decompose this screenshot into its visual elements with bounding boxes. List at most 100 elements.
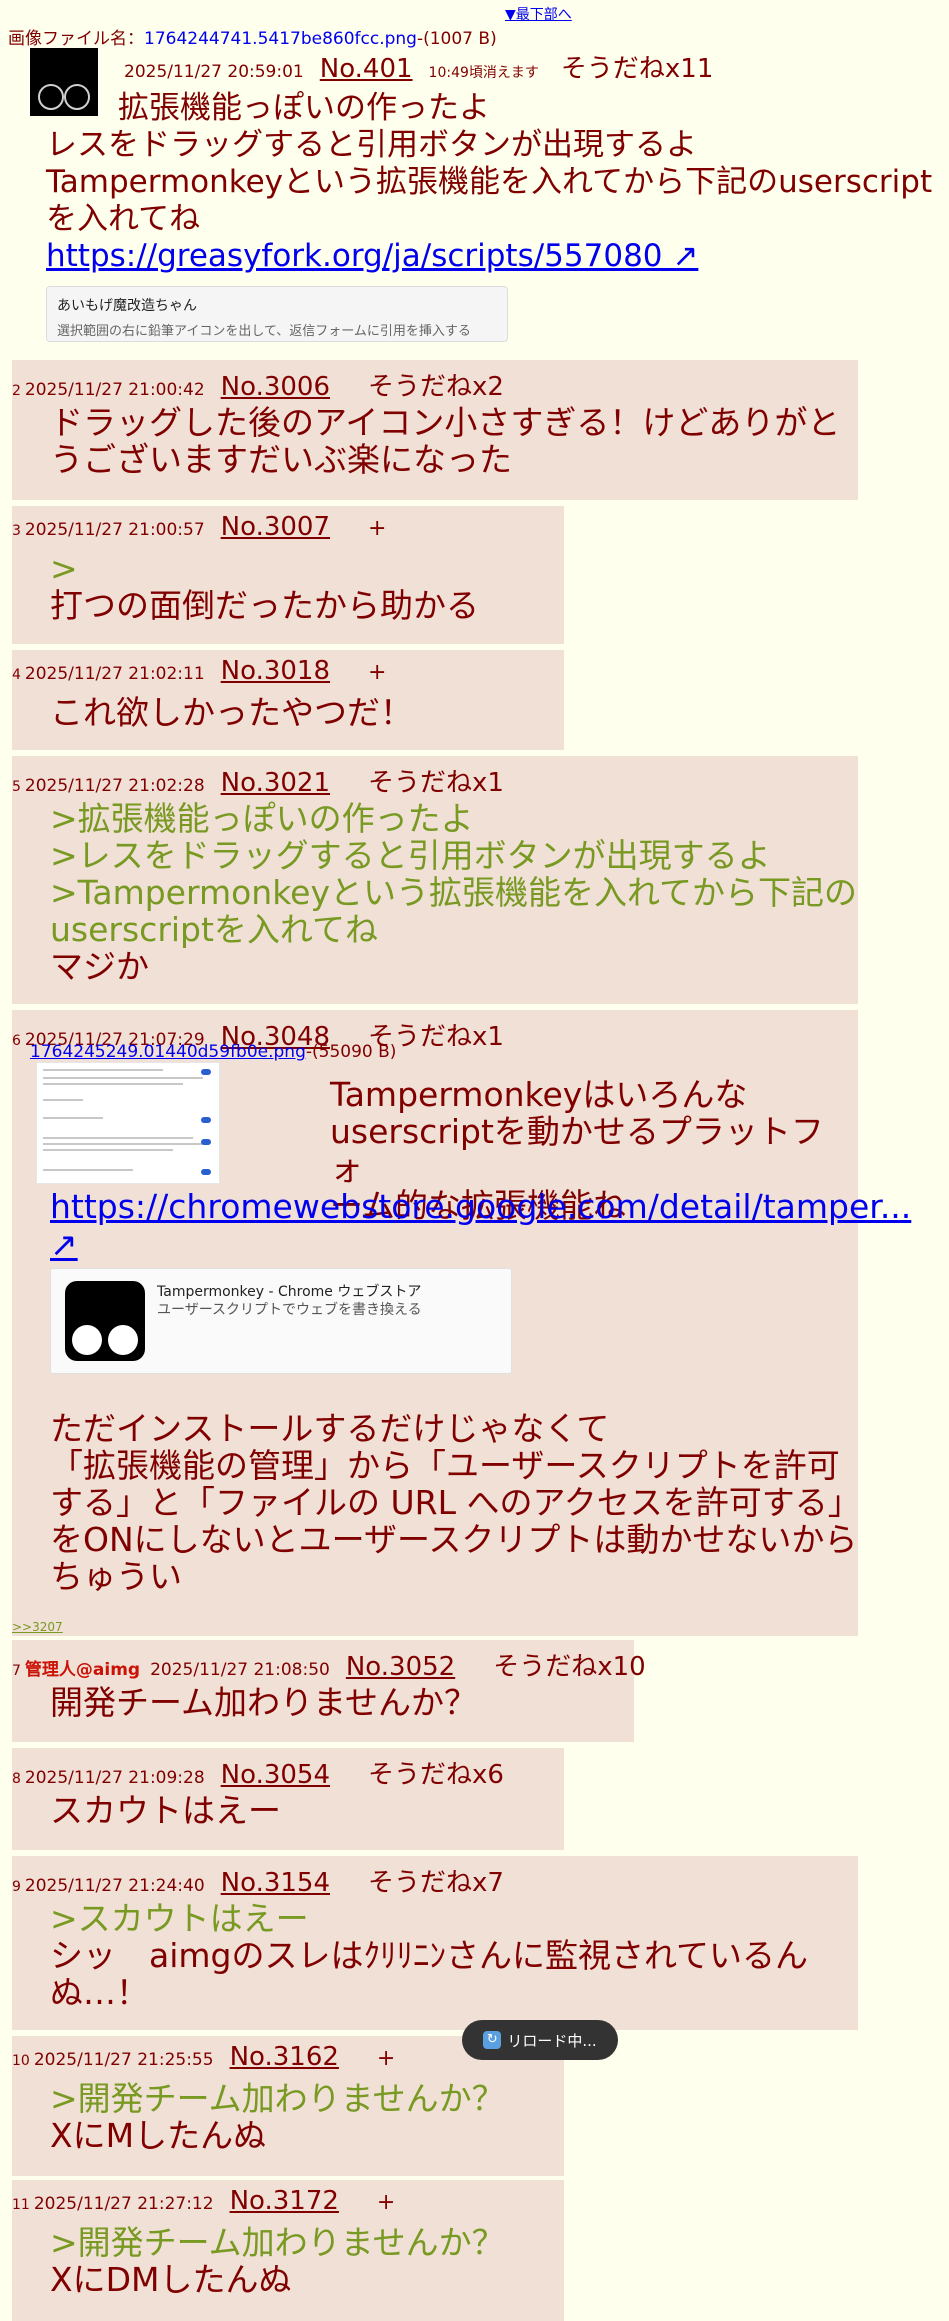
- reply-line: XにDMしたんぬ: [50, 2260, 292, 2299]
- reply-index: 3: [12, 523, 21, 539]
- reply-post: 4 2025/11/27 21:02:11 No.3018 + これ欲しかったや…: [12, 650, 564, 750]
- card-description: 選択範囲の右に鉛筆アイコンを出して、返信フォームに引用を挿入する: [57, 324, 471, 339]
- op-script-link[interactable]: https://greasyfork.org/ja/scripts/557080…: [46, 238, 698, 274]
- quote-line: >開発チーム加わりませんか？: [50, 2079, 505, 2118]
- reply-file-link[interactable]: 1764245249.01440d59fb0e.png: [30, 1042, 306, 1062]
- reply-body: ドラッグした後のアイコン小さすぎる！けどありがと うございますだいぶ楽になった: [50, 404, 840, 478]
- op-file-link[interactable]: 1764244741.5417be860fcc.png: [144, 29, 417, 49]
- quote-line: >レスをドラッグすると引用ボタンが出現するよ: [50, 836, 771, 875]
- reply-date: 2025/11/27 21:00:42: [24, 380, 205, 400]
- reply-index: 2: [12, 383, 21, 399]
- op-line: 拡張機能っぽいの作ったよ: [118, 90, 490, 126]
- reply-post: 2 2025/11/27 21:00:42 No.3006 そうだねx2 ドラッ…: [12, 360, 858, 500]
- card-description: ユーザースクリプトでウェブを書き換える: [157, 1302, 422, 1318]
- sodane-button[interactable]: そうだねx11: [561, 48, 713, 85]
- reply-index: 10: [12, 2053, 30, 2069]
- reply-header: 9 2025/11/27 21:24:40 No.3154 そうだねx7: [12, 1862, 504, 1899]
- logo-circle: [72, 1325, 102, 1355]
- sodane-plus-button[interactable]: +: [368, 516, 386, 541]
- reply-index: 11: [12, 2197, 30, 2213]
- reply-post-number[interactable]: No.3021: [221, 768, 330, 798]
- chrome-store-preview-card[interactable]: Tampermonkey - Chrome ウェブストア ユーザースクリプトでウ…: [50, 1268, 512, 1374]
- poster-name: 管理人@aimg: [24, 1660, 141, 1680]
- toggle-icon: [201, 1069, 211, 1075]
- thumb-text-line: [43, 1137, 193, 1139]
- op-file-line: 画像ファイル名：1764244741.5417be860fcc.png-(100…: [8, 24, 497, 49]
- reply-header: 10 2025/11/27 21:25:55 No.3162 +: [12, 2042, 395, 2072]
- reply-post: 9 2025/11/27 21:24:40 No.3154 そうだねx7 >スカ…: [12, 1856, 858, 2030]
- tampermonkey-logo-icon: [65, 1281, 145, 1361]
- reply-header: 11 2025/11/27 21:27:12 No.3172 +: [12, 2186, 395, 2216]
- reply-post-number[interactable]: No.3018: [221, 656, 330, 686]
- reply-line: これ欲しかったやつだ！: [50, 693, 413, 732]
- sodane-button[interactable]: そうだねx10: [493, 1646, 645, 1683]
- thumb-text-line: [43, 1143, 203, 1145]
- thumb-text-line: [43, 1169, 133, 1171]
- reply-line: スカウトはえー: [50, 1791, 281, 1830]
- reply-index: 4: [12, 667, 21, 683]
- scroll-to-bottom-link[interactable]: ▼最下部へ: [505, 4, 572, 24]
- op-header: 2025/11/27 20:59:01 No.401 10:49頃消えます そう…: [124, 48, 713, 85]
- reply-post-number[interactable]: No.3052: [346, 1652, 455, 1682]
- quote-line: >: [50, 549, 78, 588]
- logo-circle: [108, 1325, 138, 1355]
- reply-body: >開発チーム加わりませんか？ XにMしたんぬ: [50, 2080, 505, 2154]
- sodane-plus-button[interactable]: +: [368, 660, 386, 685]
- reply-body: これ欲しかったやつだ！: [50, 694, 413, 731]
- sodane-plus-button[interactable]: +: [377, 2046, 395, 2071]
- sodane-button[interactable]: そうだねx6: [368, 1754, 504, 1791]
- backlink[interactable]: >>3207: [12, 1620, 63, 1634]
- reply-date: 2025/11/27 21:08:50: [150, 1660, 330, 1680]
- reply-header: 5 2025/11/27 21:02:28 No.3021 そうだねx1: [12, 762, 504, 799]
- reply-post: 11 2025/11/27 21:27:12 No.3172 + >開発チーム加…: [12, 2180, 564, 2321]
- reply-post-number[interactable]: No.3054: [221, 1760, 330, 1790]
- reply-body: > 打つの面倒だったから助かる: [50, 550, 479, 624]
- op-line: を入れてね: [46, 201, 201, 237]
- reply-index: 5: [12, 779, 21, 795]
- thumb-text-line: [43, 1149, 173, 1151]
- quote-line: >スカウトはえー: [50, 1899, 309, 1938]
- link-text: https://chromewebstore.google.com/detail…: [50, 1187, 912, 1226]
- card-title: Tampermonkey - Chrome ウェブストア: [157, 1284, 422, 1300]
- reply-line: 開発チーム加わりませんか？: [50, 1683, 478, 1722]
- sodane-button[interactable]: そうだねx2: [368, 366, 504, 403]
- reply-line: うございますだいぶ楽になった: [50, 440, 512, 479]
- reply-post: 8 2025/11/27 21:09:28 No.3054 そうだねx6 スカウ…: [12, 1748, 564, 1850]
- reply-date: 2025/11/27 21:09:28: [24, 1768, 205, 1788]
- op-link-preview-card[interactable]: あいもげ魔改造ちゃん 選択範囲の右に鉛筆アイコンを出して、返信フォームに引用を挿…: [46, 286, 508, 342]
- sodane-button[interactable]: そうだねx1: [368, 762, 504, 799]
- reply-file-line: 1764245249.01440d59fb0e.png-(55090 B): [30, 1042, 396, 1062]
- reply-line: ちゅうい: [50, 1557, 182, 1596]
- reply-post-number[interactable]: No.3172: [230, 2186, 339, 2216]
- quote-line: >開発チーム加わりませんか？: [50, 2223, 505, 2262]
- reply-line: をONにしないとユーザースクリプトは動かせないから: [50, 1520, 858, 1559]
- toggle-icon: [201, 1117, 211, 1123]
- reply-post-number[interactable]: No.3154: [221, 1868, 330, 1898]
- sodane-plus-button[interactable]: +: [377, 2190, 395, 2215]
- reply-header: 8 2025/11/27 21:09:28 No.3054 そうだねx6: [12, 1754, 504, 1791]
- reply-body: >スカウトはえー シッ aimgのスレはｸﾘﾘﾆﾝさんに監視されているん ぬ…！: [50, 1900, 808, 2011]
- reply-line: 打つの面倒だったから助かる: [50, 586, 479, 625]
- sodane-button[interactable]: そうだねx7: [368, 1862, 504, 1899]
- reply-body-continued: ただインストールするだけじゃなくて 「拡張機能の管理」から「ユーザースクリプトを…: [50, 1410, 870, 1595]
- reply-thumbnail[interactable]: [36, 1062, 220, 1184]
- reply-post-number[interactable]: No.3162: [230, 2042, 339, 2072]
- reply-date: 2025/11/27 21:27:12: [33, 2194, 214, 2214]
- reply-line: する」と「ファイルの URL へのアクセスを許可する」: [50, 1483, 861, 1522]
- op-line: レスをドラッグすると引用ボタンが出現するよ: [46, 127, 697, 163]
- reply-date: 2025/11/27 21:24:40: [24, 1876, 205, 1896]
- reply-post: 6 2025/11/27 21:07:29 No.3048 そうだねx1 176…: [12, 1010, 911, 1636]
- op-body: 拡張機能っぽいの作ったよ レスをドラッグすると引用ボタンが出現するよ Tampe…: [46, 90, 946, 275]
- op-expiry: 10:49頃消えます: [428, 65, 539, 81]
- reply-file-size: -(55090 B): [305, 1042, 397, 1062]
- op-post-number[interactable]: No.401: [320, 54, 413, 84]
- chrome-store-link[interactable]: https://chromewebstore.google.com/detail…: [50, 1188, 911, 1264]
- reply-post-number[interactable]: No.3007: [221, 512, 330, 542]
- reply-body: >開発チーム加わりませんか？ XにDMしたんぬ: [50, 2224, 505, 2298]
- reply-body: >拡張機能っぽいの作ったよ >レスをドラッグすると引用ボタンが出現するよ >Ta…: [50, 800, 857, 985]
- reply-header: 7 管理人@aimg 2025/11/27 21:08:50 No.3052 そ…: [12, 1646, 646, 1683]
- reply-post-number[interactable]: No.3006: [221, 372, 330, 402]
- reply-line: userscriptを動かせるプラットフォ: [330, 1112, 824, 1188]
- reply-date: 2025/11/27 21:02:28: [24, 776, 205, 796]
- file-label: 画像ファイル名：: [8, 29, 144, 49]
